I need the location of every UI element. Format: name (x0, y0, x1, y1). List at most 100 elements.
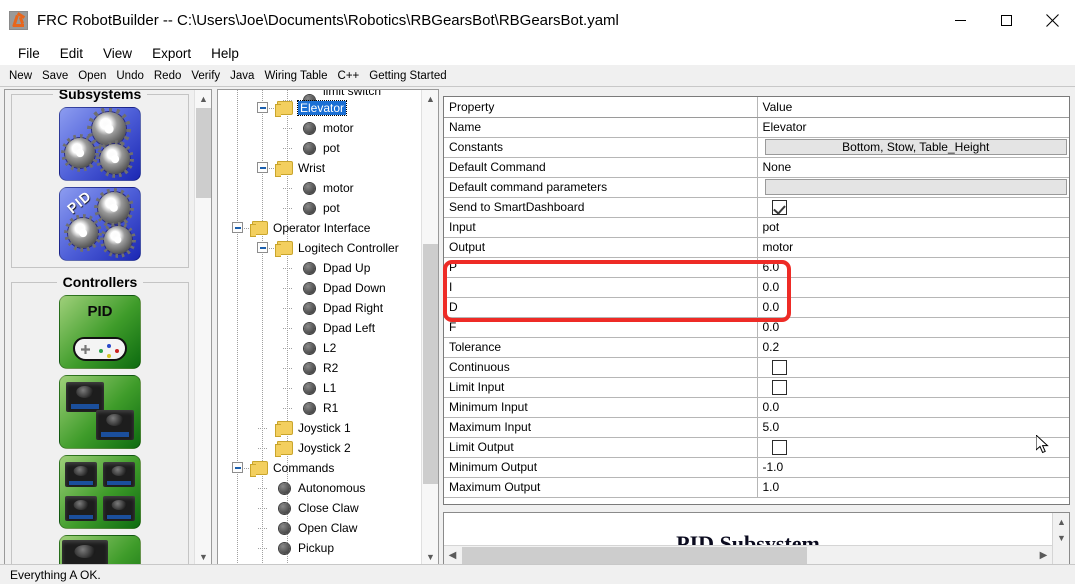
table-row[interactable]: Inputpot (444, 217, 1069, 237)
tree-node[interactable]: R2 (218, 358, 423, 378)
table-row[interactable]: Minimum Output-1.0 (444, 457, 1069, 477)
menu-export[interactable]: Export (142, 44, 201, 63)
toolbar-new[interactable]: New (4, 69, 37, 83)
toolbar-open[interactable]: Open (73, 69, 111, 83)
tree-node[interactable]: motor (218, 178, 423, 198)
tree-node[interactable]: Joystick 2 (218, 438, 423, 458)
toolbar-redo[interactable]: Redo (149, 69, 187, 83)
tree-scrollbar-thumb[interactable] (423, 244, 438, 484)
scroll-left-icon[interactable]: ◀ (444, 546, 461, 565)
table-row[interactable]: Continuous (444, 357, 1069, 377)
checkbox-unchecked-icon[interactable] (772, 360, 787, 375)
menu-edit[interactable]: Edit (50, 44, 93, 63)
checkbox-unchecked-icon[interactable] (772, 440, 787, 455)
maximize-button[interactable] (983, 0, 1029, 41)
table-row[interactable]: Default command parameters (444, 177, 1069, 197)
tree-node[interactable]: Dpad Down (218, 278, 423, 298)
tree-expander-minus-icon[interactable] (257, 242, 268, 253)
table-row[interactable]: Outputmotor (444, 237, 1069, 257)
tree-node[interactable]: Open Claw (218, 518, 423, 538)
property-value-cell[interactable] (757, 377, 1069, 397)
tree-node[interactable]: Dpad Up (218, 258, 423, 278)
table-row[interactable]: Maximum Output1.0 (444, 477, 1069, 497)
table-row[interactable]: Default CommandNone (444, 157, 1069, 177)
combo-value[interactable] (765, 179, 1068, 195)
palette-scrollbar-thumb[interactable] (196, 108, 211, 198)
tree-node[interactable]: Close Claw (218, 498, 423, 518)
tree-node[interactable]: motor (218, 118, 423, 138)
property-value-cell[interactable]: None (757, 157, 1069, 177)
checkbox-checked-icon[interactable] (772, 200, 787, 215)
menu-view[interactable]: View (93, 44, 142, 63)
menu-help[interactable]: Help (201, 44, 249, 63)
tree-node[interactable]: Operator Interface (218, 218, 423, 238)
table-row[interactable]: Limit Input (444, 377, 1069, 397)
minimize-button[interactable] (937, 0, 983, 41)
tree-expander-minus-icon[interactable] (257, 102, 268, 113)
property-value-cell[interactable]: 0.0 (757, 397, 1069, 417)
tree-node[interactable]: Wrist (218, 158, 423, 178)
checkbox-unchecked-icon[interactable] (772, 380, 787, 395)
combo-value[interactable]: Bottom, Stow, Table_Height (765, 139, 1068, 155)
table-row[interactable]: P6.0 (444, 257, 1069, 277)
property-value-cell[interactable]: motor (757, 237, 1069, 257)
scroll-down-icon[interactable]: ▼ (195, 548, 212, 565)
tree-expander-minus-icon[interactable] (257, 162, 268, 173)
speed-controller-group-tile[interactable] (59, 375, 141, 449)
robot-tree[interactable]: limit switchElevatormotorpotWristmotorpo… (218, 90, 423, 558)
table-row[interactable]: ConstantsBottom, Stow, Table_Height (444, 137, 1069, 157)
tree-node[interactable]: pot (218, 138, 423, 158)
property-value-cell[interactable]: 0.0 (757, 277, 1069, 297)
property-value-cell[interactable]: 0.2 (757, 337, 1069, 357)
scroll-down-icon[interactable]: ▼ (1053, 529, 1070, 546)
toolbar-undo[interactable]: Undo (111, 69, 149, 83)
table-row[interactable]: Tolerance0.2 (444, 337, 1069, 357)
scroll-up-icon[interactable]: ▲ (195, 90, 212, 107)
tree-node[interactable]: Autonomous (218, 478, 423, 498)
scroll-up-icon[interactable]: ▲ (422, 90, 439, 107)
scroll-right-icon[interactable]: ▶ (1035, 546, 1052, 565)
table-row[interactable]: Limit Output (444, 437, 1069, 457)
scroll-up-icon[interactable]: ▲ (1053, 513, 1070, 530)
tree-node[interactable]: limit switch (218, 90, 423, 98)
toolbar-wiring-table[interactable]: Wiring Table (259, 69, 332, 83)
property-value-cell[interactable]: 6.0 (757, 257, 1069, 277)
tree-node[interactable]: L1 (218, 378, 423, 398)
property-value-cell[interactable] (757, 437, 1069, 457)
tree-expander-minus-icon[interactable] (232, 222, 243, 233)
tree-node[interactable]: Dpad Left (218, 318, 423, 338)
tree-node[interactable]: pot (218, 198, 423, 218)
toolbar-cpp[interactable]: C++ (333, 69, 365, 83)
pid-controller-tile[interactable]: PID (59, 295, 141, 369)
tree-node[interactable]: L2 (218, 338, 423, 358)
table-row[interactable]: Minimum Input0.0 (444, 397, 1069, 417)
table-row[interactable]: F0.0 (444, 317, 1069, 337)
property-value-cell[interactable]: 5.0 (757, 417, 1069, 437)
property-value-cell[interactable]: Bottom, Stow, Table_Height (757, 137, 1069, 157)
palette-scrollbar[interactable]: ▲ ▼ (194, 90, 211, 565)
preview-vscrollbar[interactable]: ▲ ▼ (1052, 513, 1069, 565)
table-row[interactable]: NameElevator (444, 117, 1069, 137)
menu-file[interactable]: File (8, 44, 50, 63)
tree-node[interactable]: Dpad Right (218, 298, 423, 318)
toolbar-save[interactable]: Save (37, 69, 73, 83)
property-value-cell[interactable]: pot (757, 217, 1069, 237)
table-row[interactable]: I0.0 (444, 277, 1069, 297)
table-row[interactable]: D0.0 (444, 297, 1069, 317)
toolbar-verify[interactable]: Verify (186, 69, 225, 83)
property-value-cell[interactable]: 0.0 (757, 297, 1069, 317)
pid-subsystem-tile[interactable]: PID (59, 187, 141, 261)
tree-node[interactable]: R1 (218, 398, 423, 418)
toolbar-getting-started[interactable]: Getting Started (364, 69, 451, 83)
preview-hscrollbar[interactable]: ◀ ▶ (444, 545, 1052, 565)
property-value-cell[interactable]: -1.0 (757, 457, 1069, 477)
tree-scrollbar[interactable]: ▲ ▼ (421, 90, 438, 565)
tree-node[interactable]: Commands (218, 458, 423, 478)
preview-hscrollbar-thumb[interactable] (462, 547, 807, 564)
tree-node[interactable]: Logitech Controller (218, 238, 423, 258)
toolbar-java[interactable]: Java (225, 69, 259, 83)
property-value-cell[interactable]: 0.0 (757, 317, 1069, 337)
tree-expander-minus-icon[interactable] (232, 462, 243, 473)
table-row[interactable]: Maximum Input5.0 (444, 417, 1069, 437)
tree-node[interactable]: Pickup (218, 538, 423, 558)
